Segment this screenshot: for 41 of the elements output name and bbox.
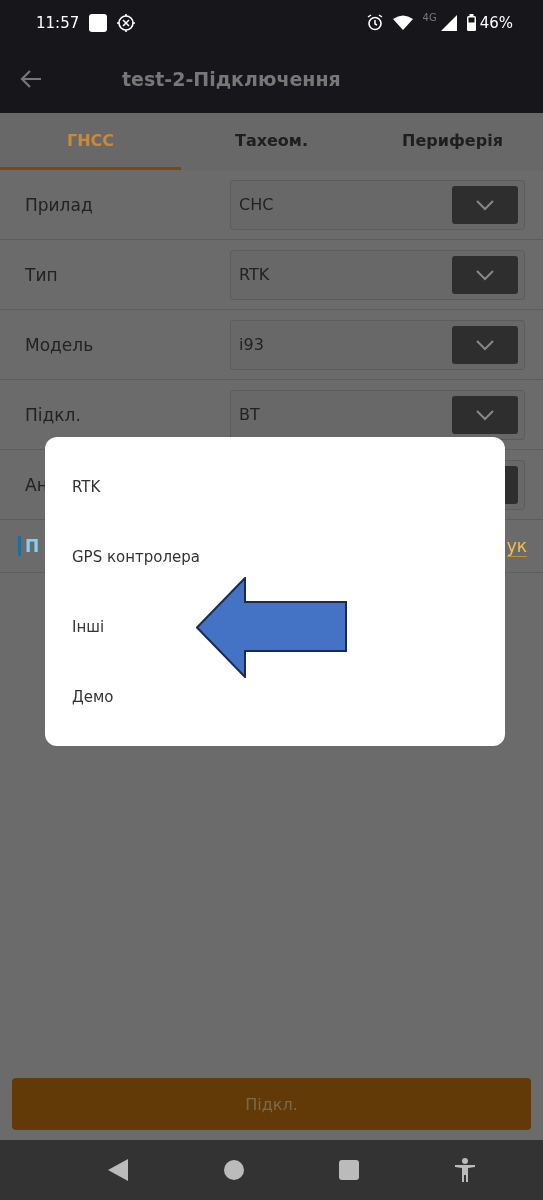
dropdown-field[interactable]: BT bbox=[230, 389, 525, 440]
dropdown-field[interactable]: CHC bbox=[230, 179, 525, 230]
chevron-down-icon bbox=[475, 408, 495, 421]
section-link[interactable]: П bbox=[18, 536, 40, 556]
dropdown-button[interactable] bbox=[452, 395, 518, 434]
accessibility-icon[interactable] bbox=[455, 1158, 476, 1182]
wifi-icon bbox=[392, 15, 413, 30]
battery-icon bbox=[466, 14, 476, 31]
status-time: 11:57 bbox=[36, 13, 80, 32]
dialog-option[interactable]: Демо bbox=[45, 661, 505, 732]
dropdown-field[interactable]: RTK bbox=[230, 249, 525, 300]
field-label: Модель bbox=[25, 334, 95, 355]
square-icon bbox=[89, 13, 108, 32]
dropdown-button[interactable] bbox=[452, 255, 518, 294]
recents-nav-icon[interactable] bbox=[339, 1160, 360, 1180]
tab[interactable]: Тахеом. bbox=[181, 113, 362, 170]
dropdown-button[interactable] bbox=[452, 325, 518, 364]
chevron-down-icon bbox=[475, 338, 495, 351]
network-type: 4G bbox=[422, 12, 437, 23]
dropdown-button[interactable] bbox=[452, 185, 518, 224]
tab[interactable]: ГНСС bbox=[0, 113, 181, 170]
field-label: Прилад bbox=[25, 194, 94, 215]
alarm-icon bbox=[366, 14, 383, 31]
chevron-down-icon bbox=[475, 268, 495, 281]
signal-icon bbox=[440, 14, 457, 31]
chevron-down-icon bbox=[475, 198, 495, 211]
connect-button[interactable]: Підкл. bbox=[12, 1078, 531, 1130]
crosshair-icon bbox=[117, 13, 136, 32]
search-link[interactable]: ук bbox=[506, 535, 527, 557]
field-label: Тип bbox=[25, 264, 59, 285]
dialog-option[interactable]: RTK bbox=[45, 451, 505, 522]
dialog-option[interactable]: Інші bbox=[45, 591, 505, 662]
tab[interactable]: Периферія bbox=[362, 113, 543, 170]
back-nav-icon[interactable] bbox=[107, 1159, 128, 1181]
battery-percent: 46% bbox=[479, 13, 513, 32]
back-arrow-icon[interactable] bbox=[20, 69, 42, 89]
dropdown-field[interactable]: i93 bbox=[230, 319, 525, 370]
home-nav-icon[interactable] bbox=[223, 1160, 244, 1180]
screen-title: test-2-Підключення bbox=[122, 68, 341, 90]
field-label: Підкл. bbox=[25, 404, 82, 425]
dialog-option[interactable]: GPS контролера bbox=[45, 521, 505, 592]
